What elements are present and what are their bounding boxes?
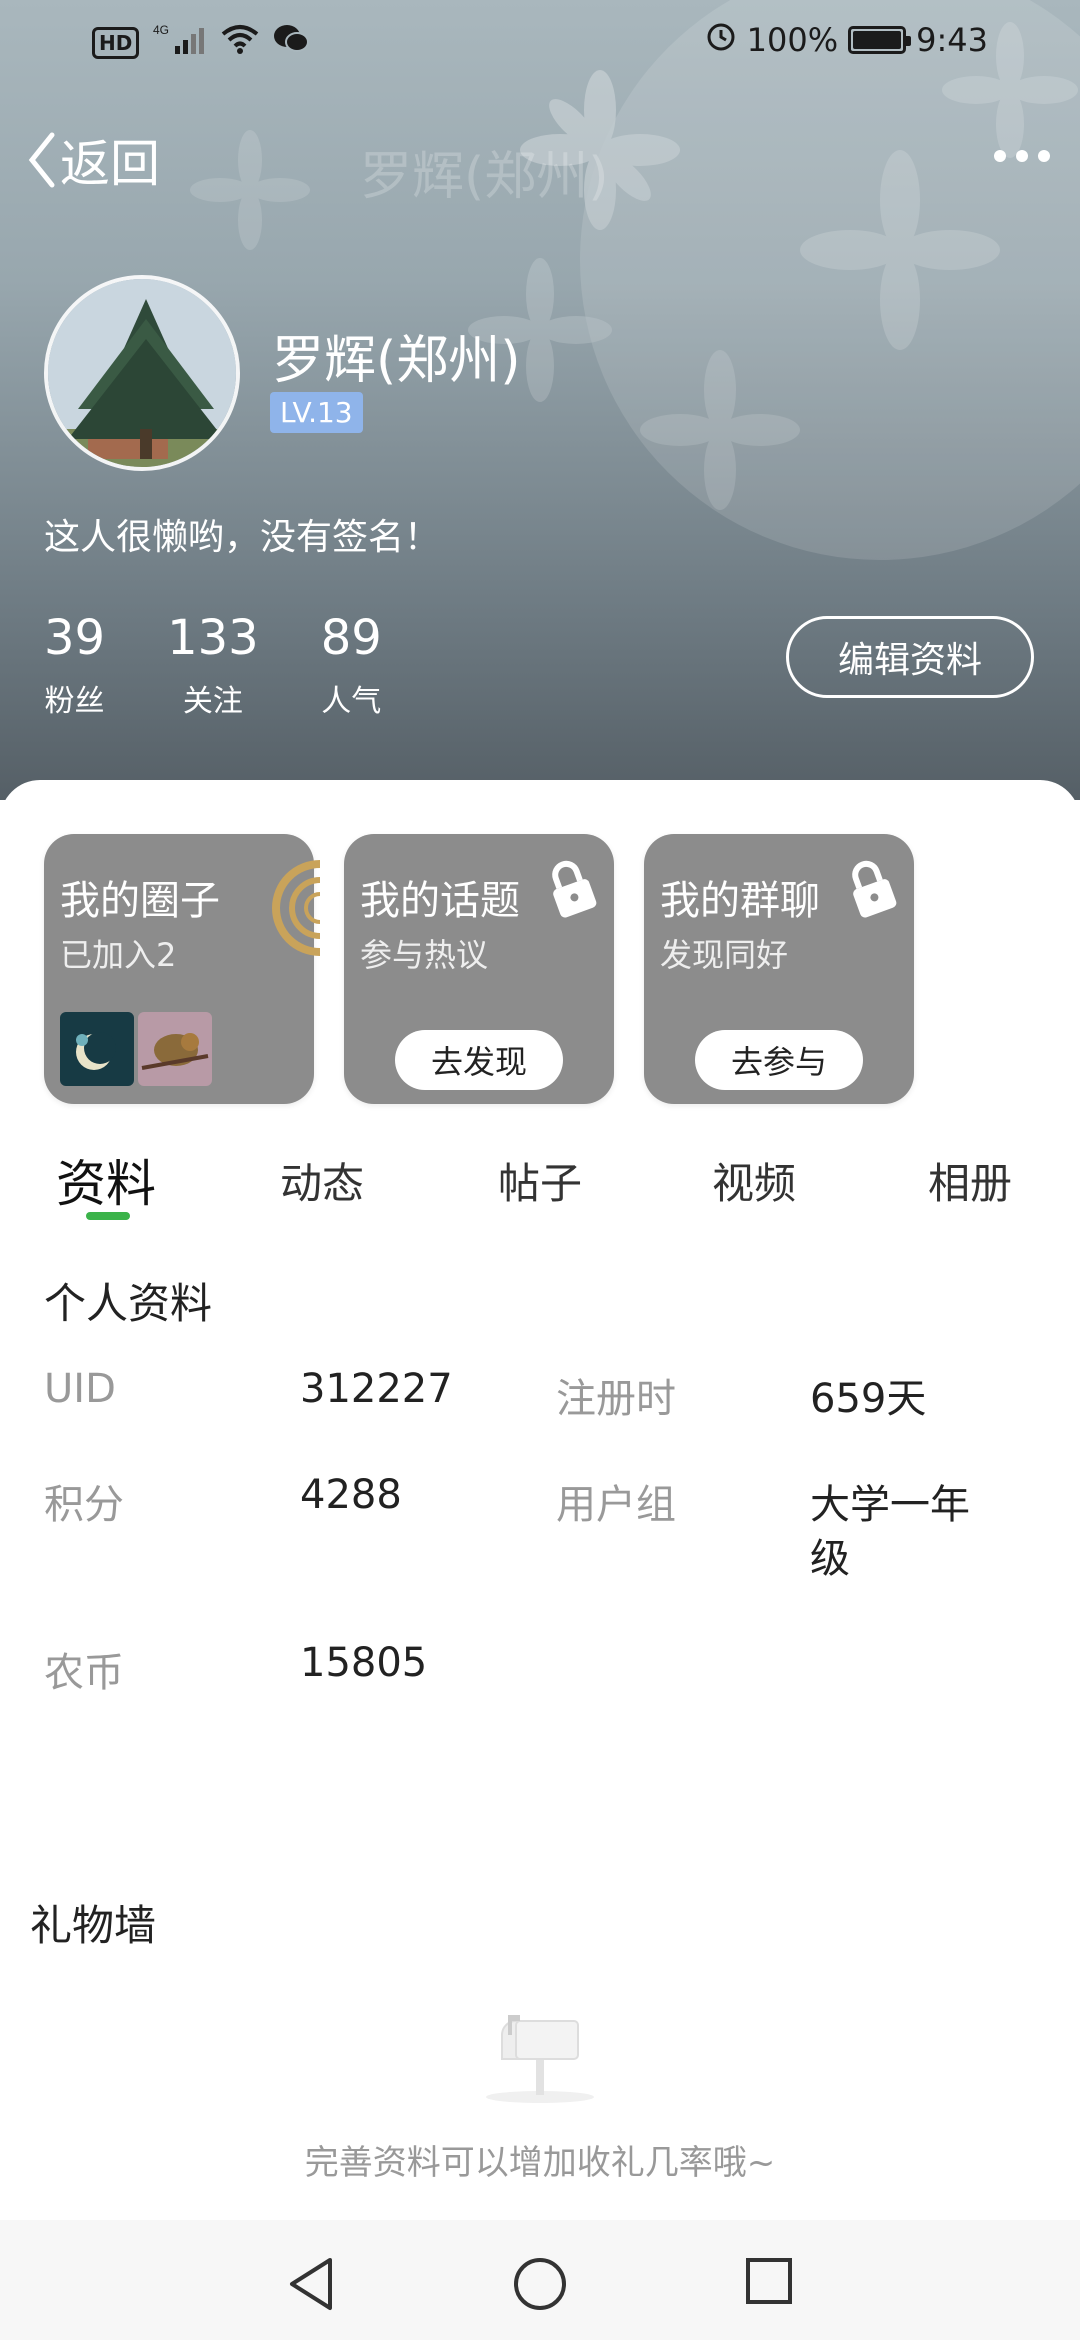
tile-subtitle: 已加入2 xyxy=(60,936,177,974)
profile-tabs: 资料 动态 帖子 视频 相册 xyxy=(0,1130,1080,1230)
level-badge: LV.13 xyxy=(270,392,363,433)
stat-label: 粉丝 xyxy=(44,684,105,719)
stat-value: 89 xyxy=(320,610,382,666)
section-title-profile: 个人资料 xyxy=(44,1279,213,1328)
profile-stats: 39 粉丝 133 关注 89 人气 xyxy=(44,610,382,720)
stat-popularity[interactable]: 89 人气 xyxy=(321,610,382,720)
tile-subtitle: 参与热议 xyxy=(360,936,489,974)
nav-recents-icon[interactable] xyxy=(744,2256,794,2306)
back-label: 返回 xyxy=(60,135,160,193)
lock-icon xyxy=(552,860,597,918)
feature-tiles: 我的圈子 已加入2 我的话题 参与热议 去发现 我的群聊 发现同好 去参与 xyxy=(44,834,914,1104)
my-group-chats-tile[interactable]: 我的群聊 发现同好 去参与 xyxy=(644,834,914,1104)
signal-icon: 4G xyxy=(153,22,207,64)
my-topics-tile[interactable]: 我的话题 参与热议 去发现 xyxy=(344,834,614,1104)
clock: 9:43 xyxy=(916,21,988,59)
edit-profile-button[interactable]: 编辑资料 xyxy=(786,616,1034,698)
my-circles-tile[interactable]: 我的圈子 已加入2 xyxy=(44,834,320,1104)
status-bar: HD 4G 100% 9:43 xyxy=(0,0,1080,84)
join-button[interactable]: 去参与 xyxy=(695,1030,863,1090)
stat-following[interactable]: 133 关注 xyxy=(167,610,259,720)
field-value-user-group-line2: 级 xyxy=(810,1536,850,1582)
wechat-icon xyxy=(273,24,310,62)
tab-profile-info[interactable]: 资料 xyxy=(56,1144,156,1216)
section-title-gift-wall: 礼物墙 xyxy=(30,1901,157,1950)
field-value-user-group-line1: 大学一年 xyxy=(810,1482,970,1528)
more-options-button[interactable] xyxy=(994,150,1050,162)
stat-value: 39 xyxy=(44,610,106,666)
alarm-icon xyxy=(705,20,737,60)
field-label-user-group: 用户组 xyxy=(556,1482,676,1528)
header-title: 罗辉(郑州) xyxy=(360,147,609,207)
field-label-coins: 农币 xyxy=(44,1650,124,1696)
stat-label: 人气 xyxy=(321,684,382,719)
tile-title: 我的群聊 xyxy=(660,878,820,924)
profile-name: 罗辉(郑州) xyxy=(272,331,521,391)
mailbox-icon xyxy=(480,2005,600,2109)
battery-icon xyxy=(848,26,912,54)
tile-title: 我的圈子 xyxy=(60,878,220,924)
stat-fans[interactable]: 39 粉丝 xyxy=(44,610,105,720)
chevron-left-icon xyxy=(28,132,55,188)
discover-button[interactable]: 去发现 xyxy=(395,1030,563,1090)
active-tab-indicator xyxy=(86,1212,130,1220)
wifi-icon xyxy=(221,24,259,62)
tile-title: 我的话题 xyxy=(360,878,520,924)
circle-ring-icon xyxy=(272,860,320,956)
back-button[interactable]: 返回 xyxy=(26,124,160,196)
tab-posts[interactable]: 帖子 xyxy=(498,1150,582,1211)
circle-thumb[interactable] xyxy=(60,1012,134,1086)
tab-videos[interactable]: 视频 xyxy=(712,1150,796,1211)
tab-albums[interactable]: 相册 xyxy=(928,1150,1012,1211)
tab-activity[interactable]: 动态 xyxy=(280,1150,364,1211)
gift-wall-empty-text: 完善资料可以增加收礼几率哦~ xyxy=(304,2143,776,2183)
avatar-image xyxy=(48,279,236,467)
nav-back-icon[interactable] xyxy=(286,2256,336,2312)
circle-thumb[interactable] xyxy=(138,1012,212,1086)
profile-signature: 这人很懒哟，没有签名！ xyxy=(44,517,441,558)
nav-home-icon[interactable] xyxy=(512,2256,568,2312)
tile-subtitle: 发现同好 xyxy=(660,936,789,974)
battery-percent: 100% xyxy=(746,21,839,59)
field-value-points: 4288 xyxy=(300,1472,402,1518)
hd-icon: HD xyxy=(92,27,140,59)
field-value-registered: 659天 xyxy=(810,1376,927,1422)
field-label-points: 积分 xyxy=(44,1482,124,1528)
field-label-uid: UID xyxy=(44,1366,116,1412)
field-value-coins: 15805 xyxy=(300,1640,428,1686)
stat-label: 关注 xyxy=(182,684,243,719)
profile-content-card: 我的圈子 已加入2 我的话题 参与热议 去发现 我的群聊 发现同好 去参与 资料… xyxy=(0,780,1080,2220)
svg-text:4G: 4G xyxy=(153,23,169,37)
field-label-registered: 注册时 xyxy=(556,1376,676,1422)
stat-value: 133 xyxy=(167,610,259,666)
top-nav: 返回 罗辉(郑州) xyxy=(0,110,1080,210)
system-navigation-bar xyxy=(0,2220,1080,2340)
joined-circle-thumbnails xyxy=(60,1012,212,1086)
lock-icon xyxy=(852,860,897,918)
field-value-uid: 312227 xyxy=(300,1366,453,1412)
avatar[interactable] xyxy=(44,275,240,471)
